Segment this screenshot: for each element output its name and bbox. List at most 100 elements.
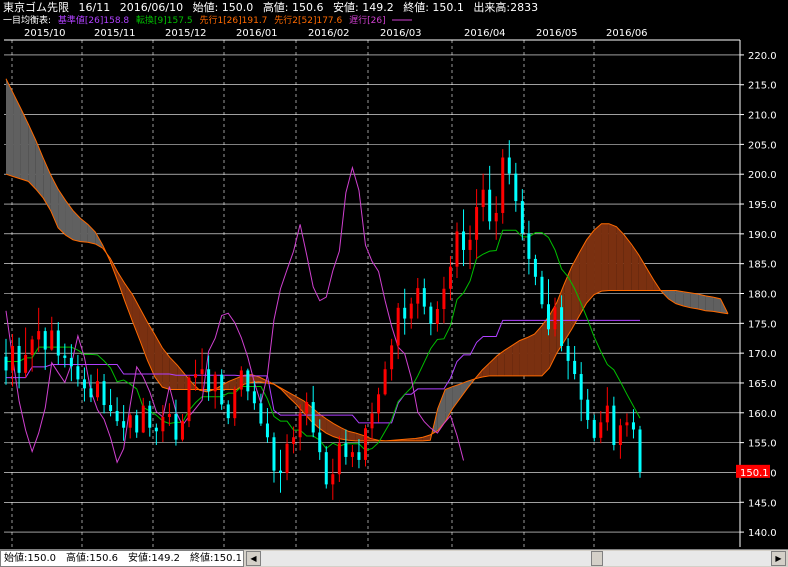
y-tick-label: 180.0 [748, 290, 777, 301]
x-tick-label: 2016/06 [606, 28, 648, 39]
x-tick-label: 2016/03 [380, 28, 422, 39]
candle-body [363, 428, 367, 460]
x-tick-label: 2015/11 [94, 28, 136, 39]
horizontal-scrollbar[interactable]: ◀ ▶ [246, 551, 786, 566]
candle-body [560, 307, 564, 346]
candle-body [96, 381, 100, 398]
candle-body [318, 432, 322, 453]
candle-body [50, 330, 54, 350]
cloud-segment [705, 295, 714, 312]
candle-body [514, 173, 518, 202]
candle-body [488, 189, 492, 222]
x-tick-label: 2015/12 [165, 28, 207, 39]
candle-body [435, 309, 439, 324]
y-tick-label: 185.0 [748, 260, 777, 271]
candle-body [540, 276, 544, 305]
x-tick-label: 2016/02 [308, 28, 350, 39]
candle-body [520, 201, 524, 234]
candle-body [76, 366, 80, 380]
cloud-segment [608, 223, 617, 291]
scroll-left-button[interactable]: ◀ [246, 551, 261, 566]
cloud-segment [586, 230, 595, 304]
candle-body [416, 288, 420, 304]
candle-body [11, 345, 15, 371]
candle-body [455, 231, 459, 267]
candle-body [344, 443, 348, 457]
candle-body [180, 421, 184, 440]
scroll-thumb[interactable] [591, 551, 603, 566]
cloud-segment [445, 386, 453, 422]
candle-body [573, 360, 577, 375]
candle-body [187, 377, 191, 422]
cloud-segment [6, 78, 14, 177]
candle-body [174, 413, 178, 440]
candle-body [331, 474, 335, 485]
candle-body [605, 405, 609, 423]
candle-body [4, 356, 8, 371]
candle-body [141, 405, 145, 433]
cloud-segment [169, 357, 178, 390]
y-tick-label: 205.0 [748, 140, 777, 151]
y-tick-label: 220.0 [748, 51, 777, 62]
candle-body [350, 452, 354, 457]
cloud-segment [690, 292, 699, 310]
candle-body [305, 402, 309, 414]
candle-body [507, 157, 511, 174]
cloud-segment [482, 362, 490, 378]
scroll-right-button[interactable]: ▶ [771, 551, 786, 566]
x-tick-label: 2016/05 [536, 28, 578, 39]
x-tick-label: 2016/01 [236, 28, 278, 39]
y-tick-label: 140.0 [748, 528, 777, 539]
candle-body [115, 411, 119, 422]
candle-body [390, 345, 394, 370]
candle-body [579, 374, 583, 400]
cloud-segment [162, 347, 170, 390]
status-bar: 始値:150.0 高値:150.6 安値:149.2 終値:150.1 ◀ ▶ [0, 549, 788, 567]
cloud-segment [177, 365, 185, 390]
cloud-segment [497, 350, 505, 376]
candle-body [37, 331, 41, 340]
cloud-segment [564, 266, 572, 342]
candle-body [494, 212, 498, 222]
y-tick-label: 210.0 [748, 111, 777, 122]
cloud-segment [683, 291, 691, 308]
candle-body [220, 374, 224, 405]
cloud-segment [512, 340, 520, 376]
candle-body [422, 288, 426, 307]
ichimoku-candlestick-chart[interactable]: 220.0 215.0 210.0 205.0 200.0 195.0 190.0 185.0… [0, 0, 788, 549]
candle-body [246, 370, 250, 392]
candle-body [154, 427, 158, 432]
candle-body [233, 389, 237, 419]
candle-body [527, 233, 531, 259]
candle-body [501, 157, 505, 213]
y-tick-label: 200.0 [748, 170, 777, 181]
candle-body [89, 388, 93, 398]
candle-body [631, 422, 635, 430]
candle-body [63, 355, 67, 358]
cloud-segment [519, 337, 528, 376]
y-tick-label: 175.0 [748, 319, 777, 330]
candle-body [43, 331, 47, 350]
last-price-label: 150.1 [740, 468, 769, 479]
candle-body [298, 413, 302, 438]
status-ohlc-text: 始値:150.0 高値:150.6 安値:149.2 終値:150.1 [0, 550, 244, 567]
candle-body [279, 470, 283, 474]
candle-body [566, 345, 570, 361]
candle-body [475, 207, 479, 240]
candle-body [357, 452, 361, 460]
cloud-segment [58, 189, 66, 236]
cloud-segment [594, 223, 602, 295]
cloud-segment [452, 384, 461, 409]
y-tick-label: 145.0 [748, 498, 777, 509]
candle-body [311, 402, 315, 433]
candle-body [448, 266, 452, 289]
candle-body [638, 429, 642, 472]
candle-body [207, 369, 211, 392]
candle-body [618, 425, 622, 446]
candle-body [82, 379, 86, 389]
senko1-line [5, 173, 729, 442]
cloud-segment [601, 223, 609, 292]
candle-body [586, 399, 590, 420]
candle-body [272, 437, 276, 471]
candle-body [213, 374, 217, 392]
